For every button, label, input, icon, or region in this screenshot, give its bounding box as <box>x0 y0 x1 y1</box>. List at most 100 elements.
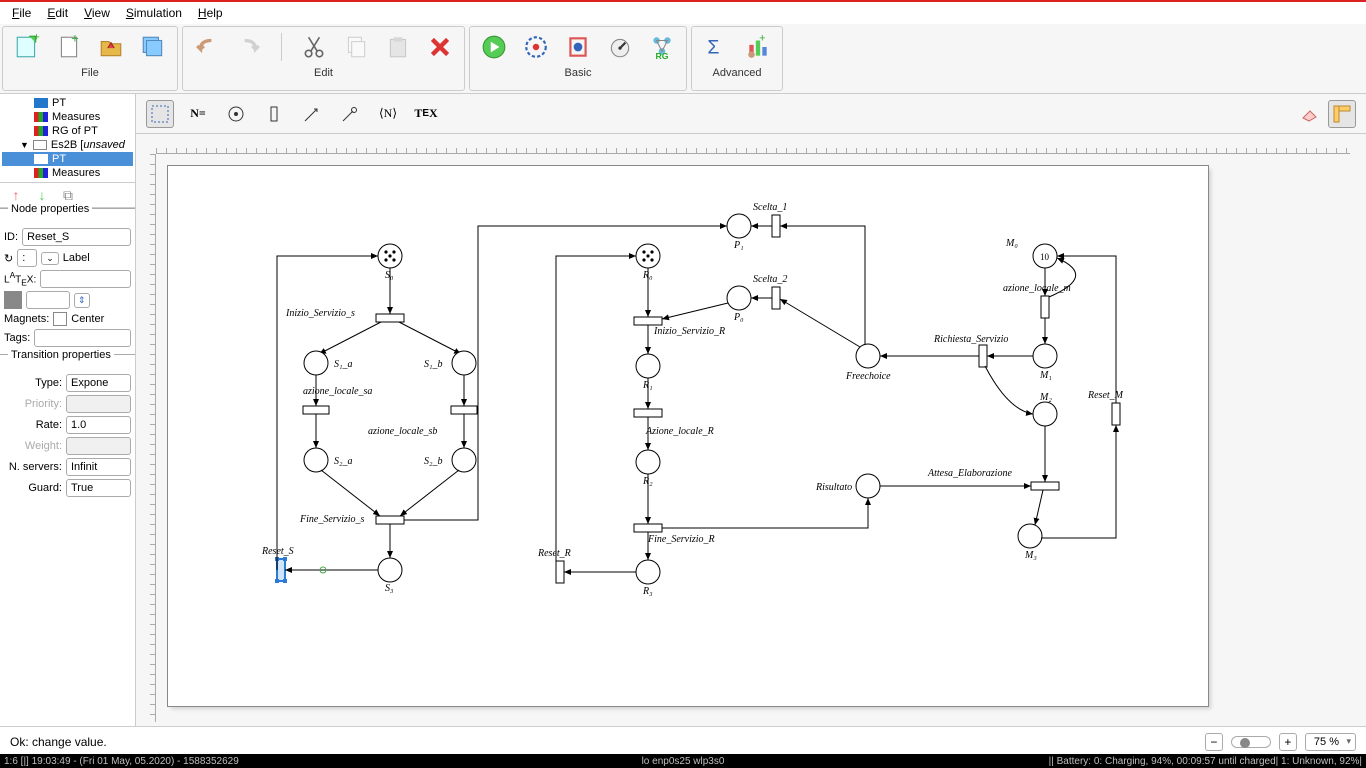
sigma-button[interactable]: Σ <box>702 33 730 61</box>
ruler-vertical <box>136 154 156 722</box>
trans-scelta2[interactable] <box>772 287 780 309</box>
menu-simulation[interactable]: Simulation <box>118 4 190 22</box>
trans-fine-s[interactable] <box>376 516 404 524</box>
rate-field[interactable] <box>66 416 131 434</box>
dropdown-arrow-icon[interactable]: ⌄ <box>41 252 59 265</box>
arrows-icon[interactable]: ⇕ <box>74 293 90 308</box>
project-tree[interactable]: PT Measures RG of PT ▼Es2B [unsaved PT M… <box>0 94 135 182</box>
place-tool[interactable] <box>222 100 250 128</box>
type-field[interactable] <box>66 374 131 392</box>
ruler-toggle[interactable] <box>1328 100 1356 128</box>
zoom-in-button[interactable]: + <box>1279 733 1297 751</box>
measure-button[interactable] <box>606 33 634 61</box>
cut-button[interactable] <box>300 33 328 61</box>
trans-attesa[interactable] <box>1031 482 1059 490</box>
menu-file[interactable]: File <box>4 4 39 22</box>
servers-field[interactable] <box>66 458 131 476</box>
place-s1a[interactable] <box>304 351 328 375</box>
zoom-slider[interactable] <box>1231 736 1271 748</box>
select-tool[interactable] <box>146 100 174 128</box>
move-down-button[interactable]: ↓ <box>34 187 50 203</box>
menu-view[interactable]: View <box>76 4 118 22</box>
tree-project[interactable]: ▼Es2B [unsaved <box>2 138 133 152</box>
trans-richiesta[interactable] <box>979 345 987 367</box>
canvas-page[interactable]: S₀ Inizio_Servizio_s S₁_a S₁_b <box>168 166 1208 706</box>
place-p1[interactable] <box>727 214 751 238</box>
rotation-field[interactable] <box>17 249 37 267</box>
rg-button[interactable]: RG <box>648 33 676 61</box>
label-reset-r: Reset_R <box>537 548 571 559</box>
color-swatch[interactable] <box>4 291 22 309</box>
label-m1: M₁ <box>1039 370 1052 381</box>
tree-project-measures[interactable]: Measures <box>2 166 133 180</box>
copy-button[interactable] <box>342 33 370 61</box>
place-s2a[interactable] <box>304 448 328 472</box>
trans-inizio-s[interactable] <box>376 314 404 322</box>
tex-tool[interactable]: TEX <box>412 100 440 128</box>
id-field[interactable] <box>22 228 131 246</box>
eraser-tool[interactable] <box>1296 100 1324 128</box>
trans-fine-r[interactable] <box>634 524 662 532</box>
os-left: 1:6 [|] 19:03:49 - (Fri 01 May, 05.2020)… <box>4 756 239 767</box>
transition-tool[interactable] <box>260 100 288 128</box>
menu-edit[interactable]: Edit <box>39 4 76 22</box>
tree-pt[interactable]: PT <box>2 96 133 110</box>
label-azione-m: azione_locale_m <box>1003 283 1071 294</box>
trans-reset-r[interactable] <box>556 561 564 583</box>
latex-field[interactable] <box>40 270 131 288</box>
trans-reset-m[interactable] <box>1112 403 1120 425</box>
arc-tool[interactable] <box>298 100 326 128</box>
label-azione-r: Azione_locale_R <box>645 426 714 437</box>
place-r3[interactable] <box>636 560 660 584</box>
canvas-scroll[interactable]: S₀ Inizio_Servizio_s S₁_a S₁_b <box>156 154 1366 738</box>
place-s3[interactable] <box>378 558 402 582</box>
zoom-out-button[interactable]: − <box>1205 733 1223 751</box>
redo-button[interactable] <box>235 33 263 61</box>
petri-net-diagram[interactable]: S₀ Inizio_Servizio_s S₁_a S₁_b <box>168 166 1208 706</box>
style-field[interactable] <box>26 291 70 309</box>
guard-field[interactable] <box>66 479 131 497</box>
inhibitor-tool[interactable] <box>336 100 364 128</box>
tree-project-pt[interactable]: PT <box>2 152 133 166</box>
trans-inizio-r[interactable] <box>634 317 662 325</box>
tree-measures[interactable]: Measures <box>2 110 133 124</box>
menu-help[interactable]: Help <box>190 4 231 22</box>
save-all-button[interactable] <box>139 33 167 61</box>
delete-button[interactable] <box>426 33 454 61</box>
zoom-select[interactable]: 75 % <box>1305 733 1356 751</box>
trans-azione-sa[interactable] <box>303 406 329 414</box>
place-risultato[interactable] <box>856 474 880 498</box>
magnets-icon[interactable] <box>53 312 67 326</box>
place-freechoice[interactable] <box>856 344 880 368</box>
place-m3[interactable] <box>1018 524 1042 548</box>
place-m1[interactable] <box>1033 344 1057 368</box>
new-project-button[interactable]: + <box>13 33 41 61</box>
brackets-tool[interactable]: ⟨N⟩ <box>374 100 402 128</box>
tree-rg[interactable]: RG of PT <box>2 124 133 138</box>
bounds-button[interactable] <box>564 33 592 61</box>
place-r2[interactable] <box>636 450 660 474</box>
trans-reset-s[interactable] <box>277 559 285 581</box>
trans-azione-r[interactable] <box>634 409 662 417</box>
move-up-button[interactable]: ↑ <box>8 187 24 203</box>
play-button[interactable] <box>480 33 508 61</box>
n-label-tool[interactable]: N= <box>184 100 212 128</box>
place-r1[interactable] <box>636 354 660 378</box>
place-s2b[interactable] <box>452 448 476 472</box>
paste-button[interactable] <box>384 33 412 61</box>
tags-field[interactable] <box>34 329 131 347</box>
trans-azione-m[interactable] <box>1041 296 1049 318</box>
duplicate-button[interactable]: ⧉ <box>60 187 76 203</box>
place-s1b[interactable] <box>452 351 476 375</box>
label-label: Label <box>63 252 90 264</box>
advanced-2-button[interactable]: + <box>744 33 772 61</box>
open-button[interactable] <box>97 33 125 61</box>
new-page-button[interactable]: + <box>55 33 83 61</box>
place-p0[interactable] <box>727 286 751 310</box>
place-m2[interactable] <box>1033 402 1057 426</box>
trans-azione-sb[interactable] <box>451 406 477 414</box>
trans-scelta1[interactable] <box>772 215 780 237</box>
sim-step-button[interactable] <box>522 33 550 61</box>
expand-arrow-icon[interactable]: ▼ <box>20 140 29 150</box>
undo-button[interactable] <box>193 33 221 61</box>
